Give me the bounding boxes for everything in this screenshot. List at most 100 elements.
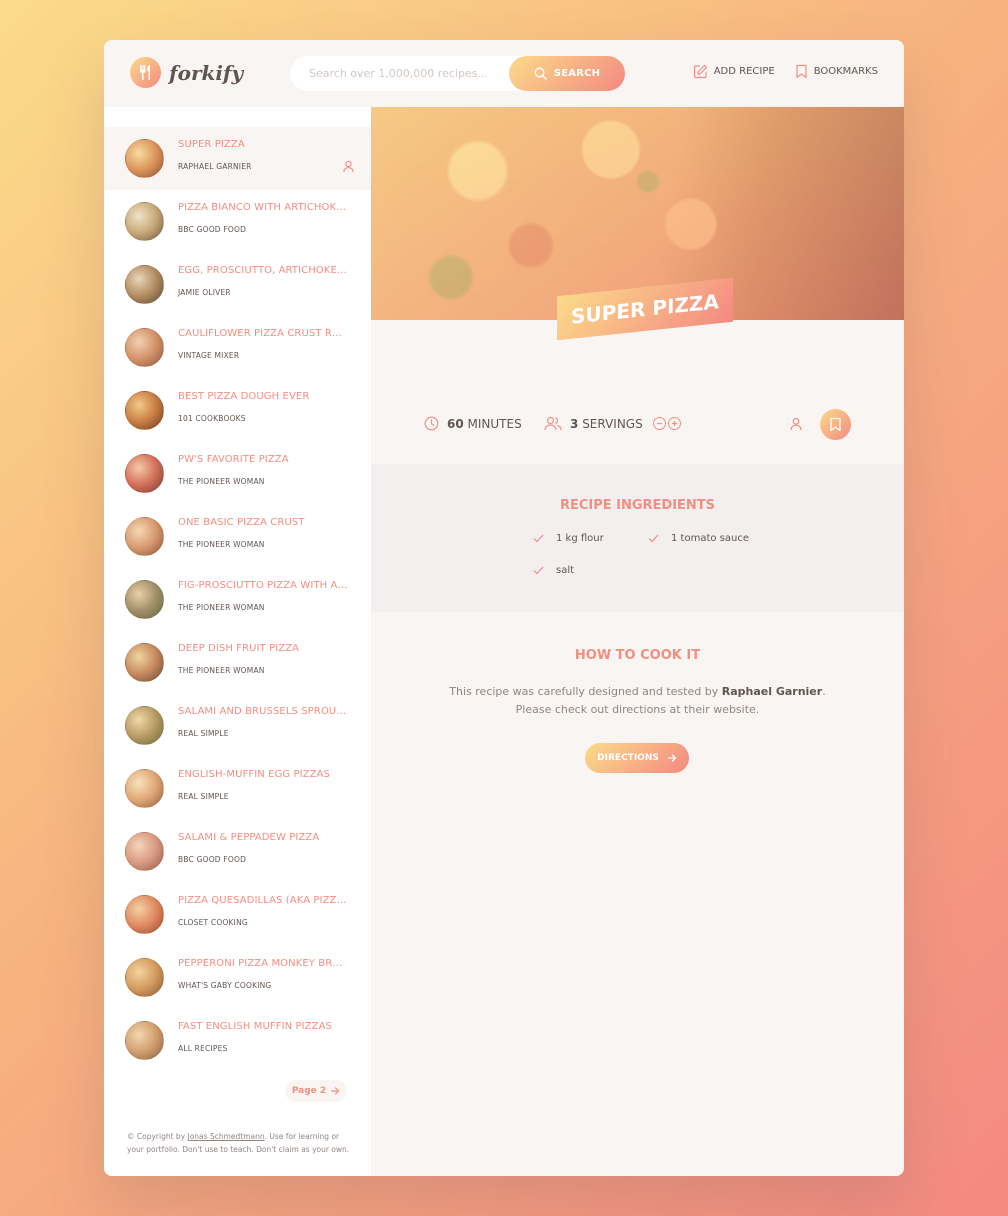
logo-text: forkify bbox=[169, 60, 244, 85]
result-item[interactable]: SALAMI AND BRUSSELS SPROUTS... REAL SIMP… bbox=[104, 694, 371, 757]
search-button[interactable]: SEARCH bbox=[509, 56, 625, 91]
header-nav: ADD RECIPE BOOKMARKS bbox=[693, 64, 878, 79]
search-input[interactable] bbox=[309, 67, 499, 80]
minutes-value: 60 bbox=[447, 416, 464, 431]
result-item[interactable]: ONE BASIC PIZZA CRUST THE PIONEER WOMAN bbox=[104, 505, 371, 568]
servings-value: 3 bbox=[570, 416, 579, 431]
cook-text-before: This recipe was carefully designed and t… bbox=[449, 685, 722, 698]
arrow-right-icon bbox=[667, 754, 676, 762]
bookmark-recipe-button[interactable] bbox=[820, 409, 851, 440]
recipe-thumbnail bbox=[125, 391, 164, 430]
result-item[interactable]: SUPER PIZZA RAPHAEL GARNIER bbox=[104, 127, 371, 190]
author-link[interactable]: Jonas Schmedtmann bbox=[188, 1132, 265, 1141]
result-title: FIG-PROSCIUTTO PIZZA WITH AR... bbox=[178, 580, 348, 591]
result-publisher: VINTAGE MIXER bbox=[178, 351, 240, 360]
bookmarks-button[interactable]: BOOKMARKS bbox=[795, 64, 878, 79]
cook-publisher: Raphael Garnier bbox=[721, 685, 823, 698]
result-title: PIZZA QUESADILLAS (AKA PIZZAD... bbox=[178, 895, 348, 906]
result-title: SUPER PIZZA bbox=[178, 139, 245, 150]
check-icon bbox=[648, 534, 659, 543]
next-page-label: Page 2 bbox=[291, 1086, 327, 1096]
recipe-thumbnail bbox=[125, 265, 164, 304]
search-icon bbox=[534, 67, 547, 80]
ingredient-text: 1 kg flour bbox=[556, 533, 604, 544]
result-item[interactable]: BEST PIZZA DOUGH EVER 101 COOKBOOKS bbox=[104, 379, 371, 442]
users-icon bbox=[544, 416, 562, 431]
result-publisher: JAMIE OLIVER bbox=[178, 288, 231, 297]
result-item[interactable]: FAST ENGLISH MUFFIN PIZZAS ALL RECIPES bbox=[104, 1009, 371, 1072]
user-icon bbox=[790, 417, 802, 431]
servings-label: SERVINGS bbox=[582, 416, 643, 431]
recipe-thumbnail bbox=[125, 832, 164, 871]
ingredient-text: 1 tomato sauce bbox=[671, 533, 749, 544]
add-recipe-button[interactable]: ADD RECIPE bbox=[693, 64, 775, 79]
minus-icon bbox=[656, 422, 662, 425]
recipe-thumbnail bbox=[125, 454, 164, 493]
recipe-thumbnail bbox=[125, 202, 164, 241]
result-item[interactable]: CAULIFLOWER PIZZA CRUST RECI... VINTAGE … bbox=[104, 316, 371, 379]
recipe-thumbnail bbox=[125, 328, 164, 367]
result-publisher: CLOSET COOKING bbox=[178, 918, 248, 927]
cooking-time: 60 MINUTES bbox=[424, 416, 522, 431]
app-container: forkify SEARCH ADD RECIPE bbox=[104, 40, 904, 1176]
result-info: FAST ENGLISH MUFFIN PIZZAS ALL RECIPES bbox=[178, 1021, 348, 1053]
result-item[interactable]: PIZZA QUESADILLAS (AKA PIZZAD... CLOSET … bbox=[104, 883, 371, 946]
result-info: DEEP DISH FRUIT PIZZA THE PIONEER WOMAN bbox=[178, 643, 348, 675]
result-item[interactable]: PEPPERONI PIZZA MONKEY BREAD WHAT'S GABY… bbox=[104, 946, 371, 1009]
ingredient-text: salt bbox=[556, 565, 575, 576]
recipe-thumbnail bbox=[125, 895, 164, 934]
result-title: EGG, PROSCIUTTO, ARTICHOKES, ... bbox=[178, 265, 348, 276]
result-publisher: BBC GOOD FOOD bbox=[178, 855, 247, 864]
result-publisher: ALL RECIPES bbox=[178, 1044, 228, 1053]
results-list: SUPER PIZZA RAPHAEL GARNIER PIZZA BIANCO… bbox=[104, 127, 371, 1072]
result-publisher: BBC GOOD FOOD bbox=[178, 225, 247, 234]
ingredient-item: 1 kg flour bbox=[533, 533, 604, 544]
result-publisher: WHAT'S GABY COOKING bbox=[178, 981, 272, 990]
decrease-servings-button[interactable] bbox=[652, 417, 666, 430]
directions-button[interactable]: DIRECTIONS bbox=[585, 743, 689, 773]
result-info: EGG, PROSCIUTTO, ARTICHOKES, ... JAMIE O… bbox=[178, 265, 348, 297]
result-info: ENGLISH-MUFFIN EGG PIZZAS REAL SIMPLE bbox=[178, 769, 348, 801]
edit-icon bbox=[693, 64, 707, 79]
ingredients-title: RECIPE INGREDIENTS bbox=[559, 498, 716, 513]
result-publisher: RAPHAEL GARNIER bbox=[178, 162, 252, 171]
arrow-right-icon bbox=[331, 1087, 340, 1095]
result-publisher: REAL SIMPLE bbox=[178, 792, 229, 801]
result-title: PEPPERONI PIZZA MONKEY BREAD bbox=[178, 958, 348, 969]
check-icon bbox=[533, 566, 544, 575]
cook-description: This recipe was carefully designed and t… bbox=[441, 683, 834, 719]
result-info: ONE BASIC PIZZA CRUST THE PIONEER WOMAN bbox=[178, 517, 348, 549]
result-item[interactable]: EGG, PROSCIUTTO, ARTICHOKES, ... JAMIE O… bbox=[104, 253, 371, 316]
result-info: FIG-PROSCIUTTO PIZZA WITH AR... THE PION… bbox=[178, 580, 348, 612]
result-info: SALAMI AND BRUSSELS SPROUTS... REAL SIMP… bbox=[178, 706, 348, 738]
result-title: DEEP DISH FRUIT PIZZA bbox=[178, 643, 300, 654]
result-item[interactable]: DEEP DISH FRUIT PIZZA THE PIONEER WOMAN bbox=[104, 631, 371, 694]
cook-title: HOW TO COOK IT bbox=[574, 648, 701, 663]
logo[interactable]: forkify bbox=[130, 57, 243, 88]
bookmark-icon bbox=[796, 64, 807, 79]
result-publisher: 101 COOKBOOKS bbox=[178, 414, 246, 423]
result-info: CAULIFLOWER PIZZA CRUST RECI... VINTAGE … bbox=[178, 328, 348, 360]
result-title: SALAMI & PEPPADEW PIZZA bbox=[178, 832, 320, 843]
result-item[interactable]: ENGLISH-MUFFIN EGG PIZZAS REAL SIMPLE bbox=[104, 757, 371, 820]
result-title: PIZZA BIANCO WITH ARTICHOKE ... bbox=[178, 202, 348, 213]
result-info: SALAMI & PEPPADEW PIZZA BBC GOOD FOOD bbox=[178, 832, 348, 864]
result-publisher: THE PIONEER WOMAN bbox=[178, 666, 265, 675]
result-title: ONE BASIC PIZZA CRUST bbox=[178, 517, 305, 528]
result-item[interactable]: FIG-PROSCIUTTO PIZZA WITH AR... THE PION… bbox=[104, 568, 371, 631]
result-item[interactable]: PIZZA BIANCO WITH ARTICHOKE ... BBC GOOD… bbox=[104, 190, 371, 253]
result-item[interactable]: SALAMI & PEPPADEW PIZZA BBC GOOD FOOD bbox=[104, 820, 371, 883]
result-title: PW'S FAVORITE PIZZA bbox=[178, 454, 289, 465]
result-publisher: THE PIONEER WOMAN bbox=[178, 540, 265, 549]
result-item[interactable]: PW'S FAVORITE PIZZA THE PIONEER WOMAN bbox=[104, 442, 371, 505]
search-results-sidebar: SUPER PIZZA RAPHAEL GARNIER PIZZA BIANCO… bbox=[104, 107, 371, 1176]
next-page-button[interactable]: Page 2 bbox=[285, 1080, 347, 1102]
result-title: BEST PIZZA DOUGH EVER bbox=[178, 391, 310, 402]
add-recipe-label: ADD RECIPE bbox=[713, 66, 775, 77]
recipe-thumbnail bbox=[125, 769, 164, 808]
result-info: BEST PIZZA DOUGH EVER 101 COOKBOOKS bbox=[178, 391, 348, 423]
copyright-prefix: © Copyright by bbox=[127, 1132, 188, 1141]
search-form: SEARCH bbox=[290, 56, 625, 91]
increase-servings-button[interactable] bbox=[667, 417, 681, 430]
header: forkify SEARCH ADD RECIPE bbox=[104, 40, 904, 107]
